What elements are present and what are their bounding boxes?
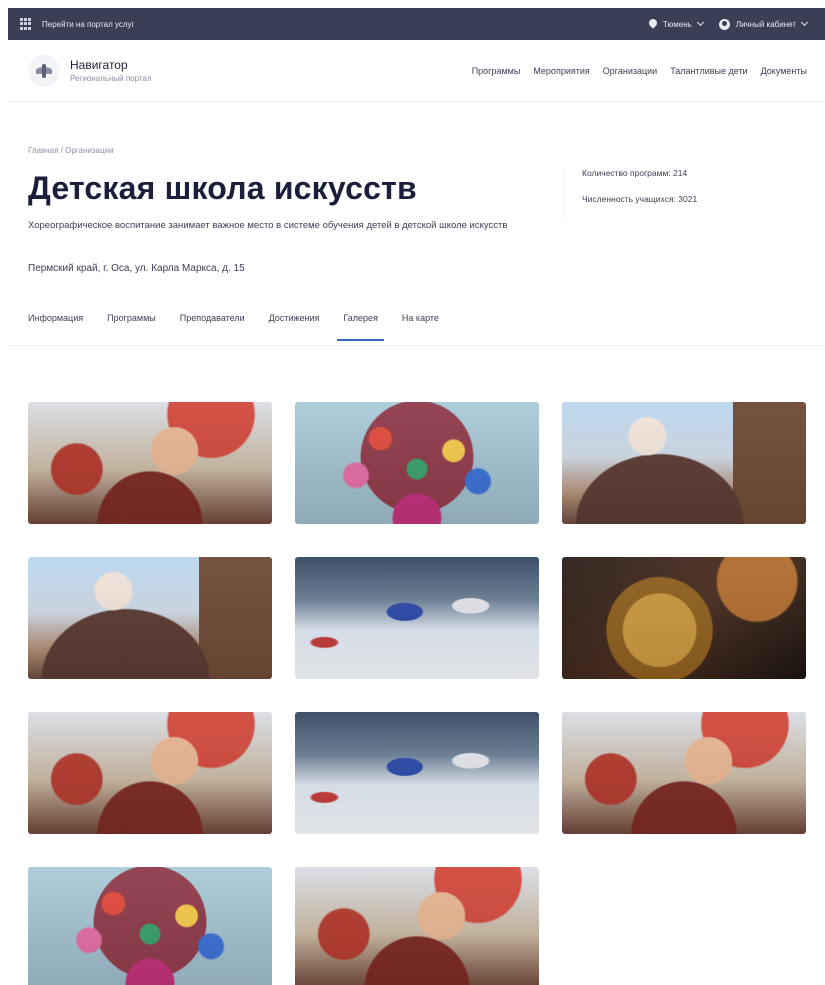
- region-label: Тюмень: [662, 19, 692, 29]
- gallery-photo[interactable]: [28, 402, 272, 524]
- students-count: Численность учащихся: 3021: [582, 194, 698, 204]
- breadcrumb[interactable]: Главная / Организации: [28, 146, 114, 155]
- gallery-photo[interactable]: [295, 867, 539, 985]
- tab-information[interactable]: Информация: [28, 313, 83, 341]
- location-pin-icon: [649, 19, 657, 29]
- user-icon: [718, 18, 730, 30]
- tab-teachers[interactable]: Преподаватели: [180, 313, 245, 341]
- organization-stats: Количество программ: 214 Численность уча…: [563, 168, 697, 218]
- tab-achievements[interactable]: Достижения: [269, 313, 320, 341]
- gallery-photo[interactable]: [562, 402, 806, 524]
- site-header: Навигатор Региональный портал Программы …: [8, 40, 825, 102]
- gallery-photo[interactable]: [28, 557, 272, 679]
- gallery-photo[interactable]: [28, 867, 272, 985]
- programs-count: Количество программ: 214: [582, 168, 688, 178]
- chevron-down-icon: [800, 18, 809, 27]
- top-bar: Перейти на портал услуг Тюмень Личный ка…: [8, 8, 825, 40]
- site-logo[interactable]: [28, 54, 60, 87]
- account-label: Личный кабинет: [735, 19, 796, 29]
- tabs-divider: [8, 345, 825, 346]
- gallery-photo[interactable]: [295, 402, 539, 524]
- brand-subtitle: Региональный портал: [70, 74, 152, 83]
- organization-description: Хореографическое воспитание занимает важ…: [28, 220, 508, 231]
- gallery-photo[interactable]: [295, 712, 539, 834]
- photo-gallery: [28, 402, 806, 985]
- account-menu[interactable]: Личный кабинет: [718, 18, 809, 30]
- nav-talented-children[interactable]: Талантливые дети: [670, 66, 747, 76]
- region-selector[interactable]: Тюмень: [649, 18, 704, 29]
- portal-services-link[interactable]: Перейти на портал услуг: [42, 20, 134, 29]
- gallery-photo[interactable]: [28, 712, 272, 834]
- chevron-down-icon: [696, 18, 704, 27]
- gallery-photo[interactable]: [295, 557, 539, 679]
- main-nav: Программы Мероприятия Организации Талант…: [472, 66, 807, 76]
- emblem-icon: [36, 63, 52, 78]
- nav-events[interactable]: Мероприятия: [533, 66, 589, 76]
- nav-programs[interactable]: Программы: [472, 66, 521, 76]
- gallery-photo[interactable]: [562, 557, 806, 679]
- organization-tabs: Информация Программы Преподаватели Дости…: [28, 313, 439, 341]
- tab-programs[interactable]: Программы: [107, 313, 156, 341]
- brand-block[interactable]: Навигатор Региональный портал: [70, 58, 152, 83]
- brand-name: Навигатор: [70, 58, 128, 72]
- nav-organizations[interactable]: Организации: [603, 66, 657, 76]
- tab-gallery[interactable]: Галерея: [337, 313, 384, 341]
- organization-address: Пермский край, г. Оса, ул. Карла Маркса,…: [28, 263, 245, 274]
- nav-documents[interactable]: Документы: [761, 66, 807, 76]
- page-title: Детская школа искусств: [28, 170, 417, 206]
- tab-map[interactable]: На карте: [402, 313, 439, 341]
- apps-grid-icon[interactable]: [20, 18, 32, 30]
- gallery-photo[interactable]: [562, 712, 806, 834]
